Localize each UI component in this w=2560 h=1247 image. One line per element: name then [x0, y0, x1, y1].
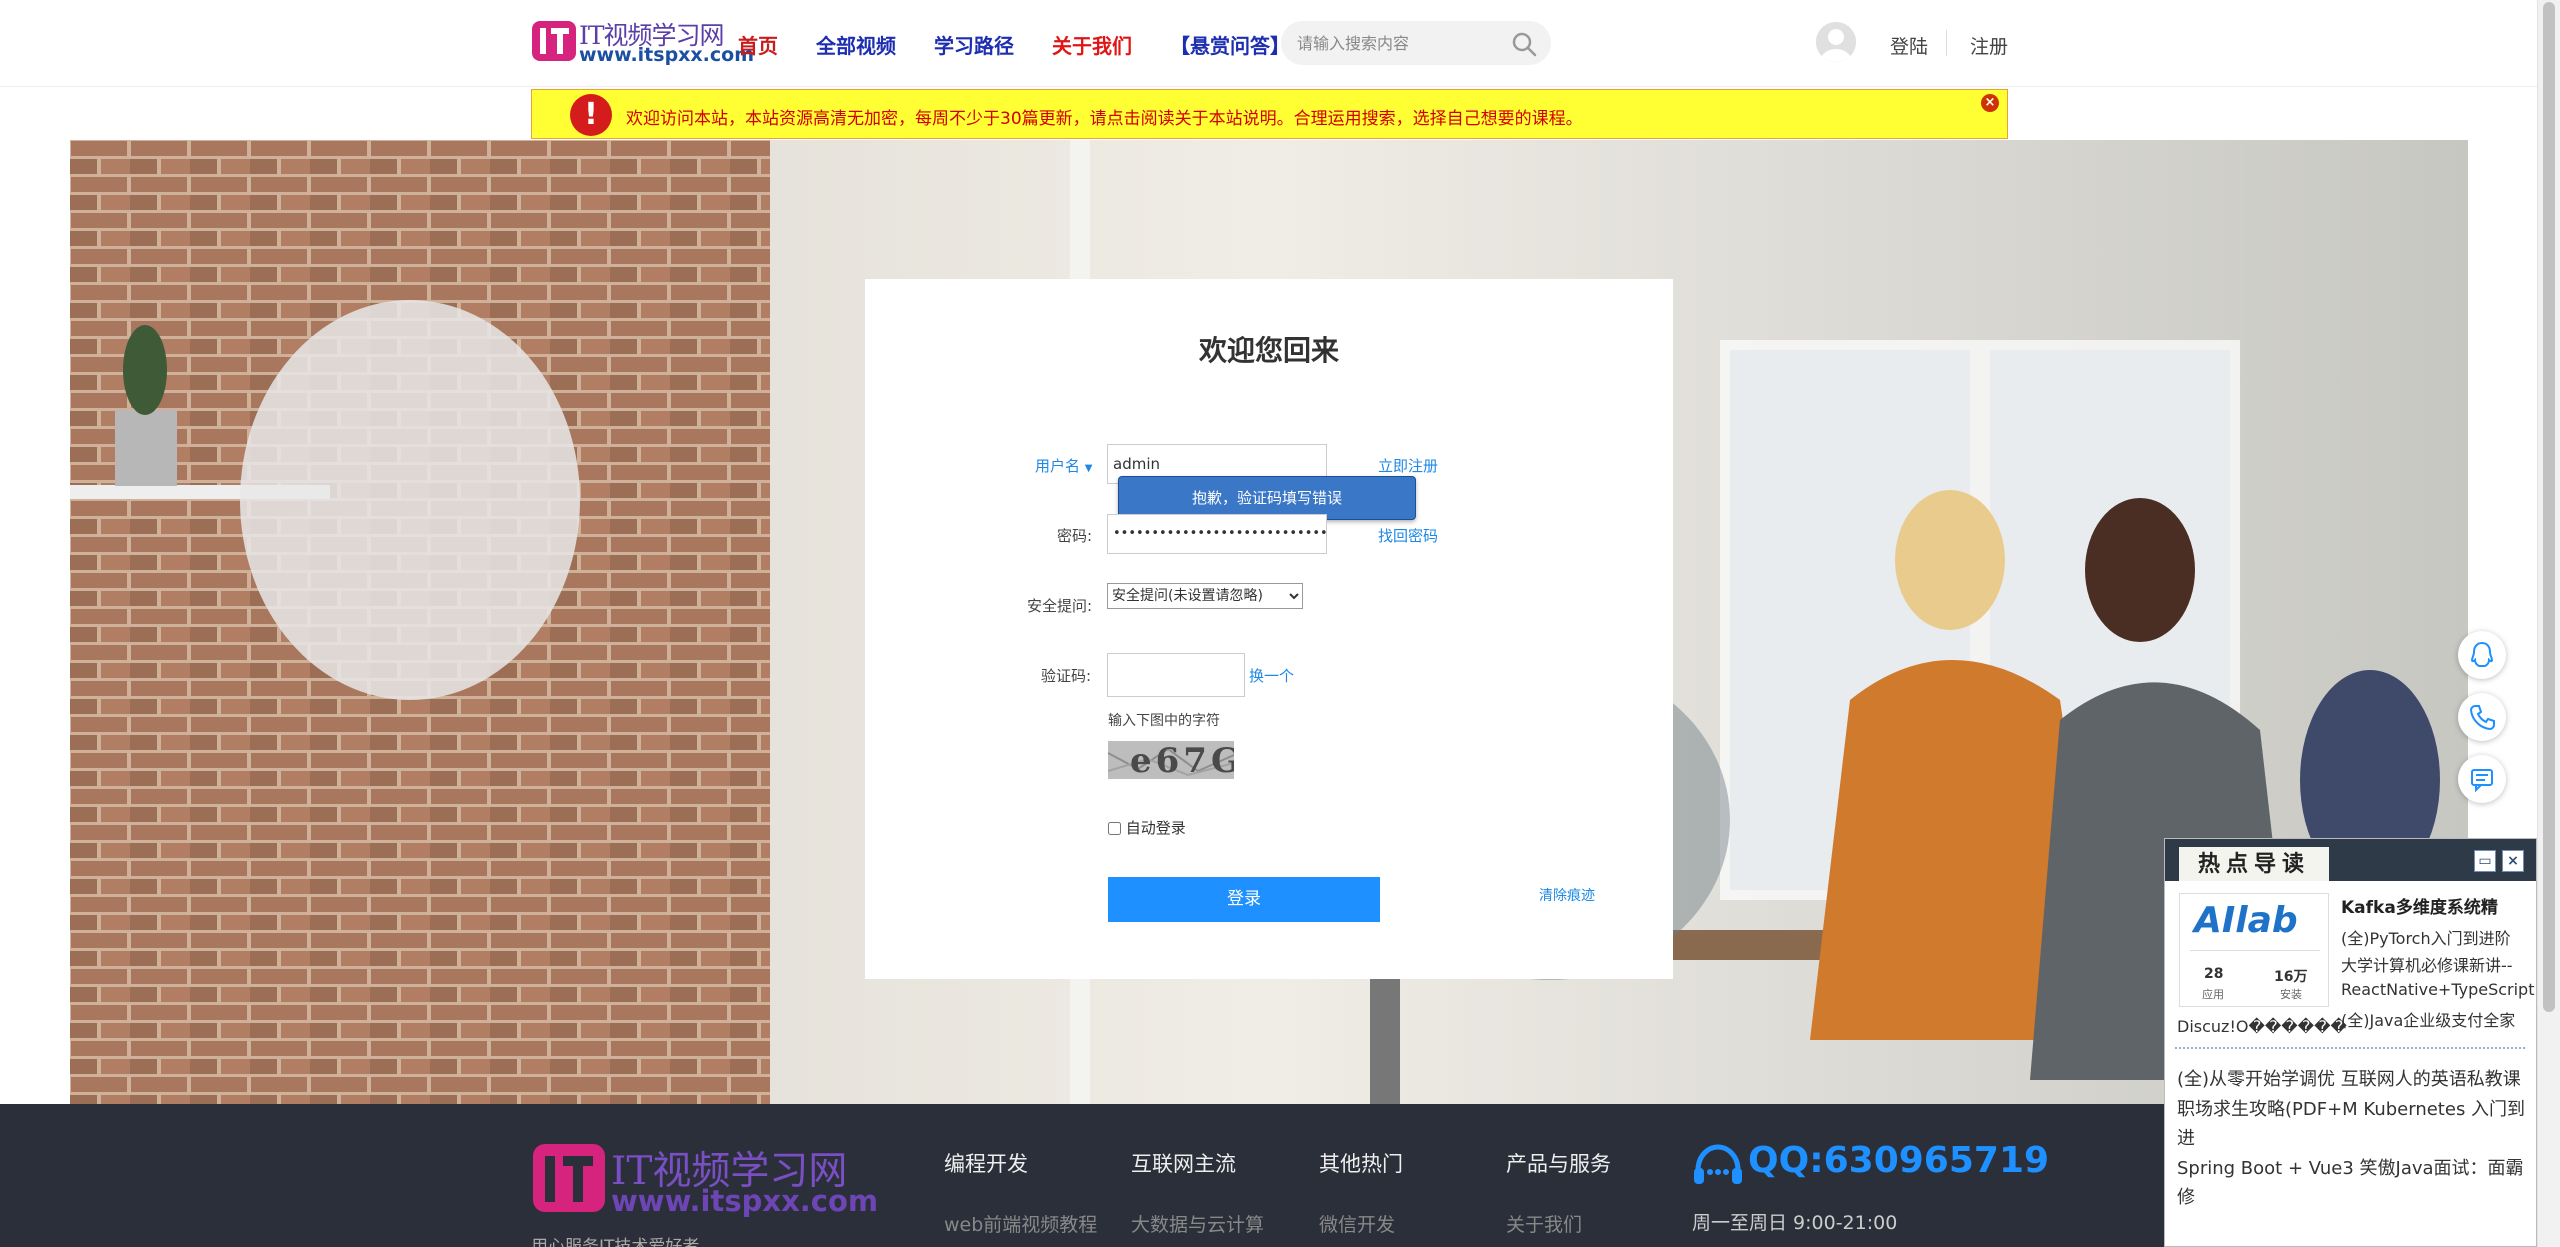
captcha-field[interactable]	[1107, 653, 1245, 697]
popup-line[interactable]: 进	[2177, 1124, 2195, 1150]
headset-icon	[1694, 1144, 1742, 1184]
login-button[interactable]: 登录	[1108, 877, 1380, 922]
phone-float-button[interactable]	[2458, 693, 2506, 741]
chevron-down-icon: ▼	[1084, 463, 1093, 474]
ad-divider	[2190, 950, 2320, 951]
ad-stat-installs: 16万	[2274, 969, 2308, 985]
captcha-noise: e67G	[1108, 741, 1234, 779]
register-now-link[interactable]: 立即注册	[1378, 455, 1438, 476]
ad-brand: AIlab	[2194, 900, 2298, 941]
nav-home[interactable]: 首页	[738, 30, 778, 59]
page-scrollbar[interactable]	[2537, 0, 2560, 1247]
footer-slogan: 用心服务IT技术爱好者	[531, 1237, 700, 1247]
auto-login-label: 自动登录	[1125, 819, 1186, 837]
chat-float-button[interactable]	[2458, 755, 2506, 803]
popup-item[interactable]: ReactNative+TypeScript	[2341, 980, 2534, 999]
site-header: IT视频学习网 www.itspxx.com 首页 全部视频 学习路径 关于我们…	[0, 0, 2537, 87]
main-nav: 首页 全部视频 学习路径 关于我们 【悬赏问答】	[738, 30, 1328, 59]
nav-learning-path[interactable]: 学习路径	[934, 30, 1014, 59]
captcha-image[interactable]: e67G	[1108, 741, 1234, 779]
footer-link-about[interactable]: 关于我们	[1506, 1210, 1582, 1237]
register-link[interactable]: 注册	[1970, 32, 2008, 59]
popup-item[interactable]: (全)Java企业级支付全家	[2341, 1007, 2515, 1031]
captcha-refresh-link[interactable]: 换一个	[1249, 665, 1294, 686]
footer-hours: 周一至周日 9:00-21:00	[1692, 1212, 1898, 1234]
user-icon	[1816, 22, 1856, 62]
logo-url: www.itspxx.com	[579, 44, 755, 66]
warning-icon: !	[570, 94, 612, 136]
password-label: 密码:	[1057, 527, 1093, 545]
footer-link-bigdata[interactable]: 大数据与云计算	[1131, 1210, 1264, 1237]
popup-titlebar: 热点导读 ▭ ×	[2165, 839, 2536, 881]
ad-card[interactable]: AIlab 28 应用 16万 安装	[2179, 893, 2329, 1007]
popup-line[interactable]: 修	[2177, 1183, 2195, 1209]
search-input[interactable]	[1297, 29, 1497, 57]
search-icon[interactable]	[1511, 31, 1537, 57]
ad-stat-apps: 28	[2204, 966, 2224, 982]
phone-icon	[2469, 705, 2495, 731]
hot-reading-popup: 热点导读 ▭ × AIlab 28 应用 16万 安装 Kafka多维度系统精 …	[2164, 838, 2537, 1247]
chat-icon	[2471, 769, 2493, 793]
login-heading: 欢迎您回来	[1198, 334, 1339, 367]
close-icon[interactable]: ×	[2502, 850, 2524, 872]
footer-logo-icon	[533, 1144, 605, 1212]
notice-bar: ! 欢迎访问本站，本站资源高清无加密，每周不少于30篇更新，请点击阅读关于本站说…	[531, 89, 2008, 139]
qq-icon	[2470, 641, 2494, 667]
popup-line[interactable]: 职场求生攻略(PDF+M Kubernetes 入门到	[2177, 1095, 2525, 1121]
captcha-text: e67G	[1130, 741, 1234, 779]
clear-traces-link[interactable]: 清除痕迹	[1539, 885, 1595, 905]
security-question-select[interactable]: 安全提问(未设置请忽略)	[1107, 583, 1303, 609]
security-question-label: 安全提问:	[1027, 597, 1093, 615]
footer-qq[interactable]: QQ:630965719	[1748, 1140, 2049, 1181]
minimize-icon[interactable]: ▭	[2474, 850, 2496, 872]
popup-item[interactable]: 大学计算机必修课新讲--	[2341, 952, 2513, 976]
login-link[interactable]: 登陆	[1890, 32, 1928, 59]
ad-stat-apps-label: 应用	[2202, 988, 2224, 1001]
ad-stat-installs-label: 安装	[2280, 988, 2302, 1001]
header-divider	[1946, 30, 1947, 56]
captcha-label: 验证码:	[1041, 667, 1092, 685]
popup-headline[interactable]: Kafka多维度系统精	[2341, 893, 2498, 918]
password-field[interactable]: ••••••••••••••••••••••••••••••••	[1107, 514, 1327, 554]
popup-line[interactable]: (全)从零开始学调优 互联网人的英语私教课	[2177, 1065, 2521, 1091]
nav-bounty-qa[interactable]: 【悬赏问答】	[1170, 30, 1290, 59]
footer-heading-products: 产品与服务	[1506, 1152, 1611, 1176]
footer-heading-internet: 互联网主流	[1131, 1152, 1236, 1176]
popup-item[interactable]: Discuz!O������	[2177, 1017, 2347, 1036]
auto-login-checkbox[interactable]	[1108, 822, 1121, 835]
forgot-password-link[interactable]: 找回密码	[1378, 525, 1438, 546]
popup-tab-title: 热点导读	[2179, 847, 2329, 881]
footer-link-wechat[interactable]: 微信开发	[1319, 1210, 1395, 1237]
username-label: 用户名	[1035, 457, 1081, 475]
footer-logo-url: www.itspxx.com	[611, 1184, 879, 1218]
qq-float-button[interactable]	[2458, 631, 2506, 679]
notice-text[interactable]: 欢迎访问本站，本站资源高清无加密，每周不少于30篇更新，请点击阅读关于本站说明。…	[626, 104, 1583, 129]
footer-heading-hot: 其他热门	[1319, 1152, 1403, 1176]
popup-item[interactable]: (全)PyTorch入门到进阶	[2341, 925, 2511, 949]
site-logo[interactable]: IT视频学习网 www.itspxx.com	[531, 16, 754, 68]
popup-divider	[2175, 1047, 2525, 1049]
close-icon[interactable]: ×	[1981, 94, 1999, 112]
nav-all-videos[interactable]: 全部视频	[816, 30, 896, 59]
login-card: 欢迎您回来 用户名 ▼ 立即注册 抱歉，验证码填写错误 密码: ••••••••…	[865, 279, 1673, 979]
site-footer: IT视频学习网 www.itspxx.com 用心服务IT技术爱好者 编程开发 …	[0, 1104, 2537, 1247]
popup-line[interactable]: Spring Boot + Vue3 笑傲Java面试：面霸	[2177, 1154, 2524, 1180]
auto-login-control[interactable]: 自动登录	[1108, 817, 1186, 838]
footer-link-web-frontend[interactable]: web前端视频教程	[944, 1210, 1097, 1237]
footer-heading-dev: 编程开发	[944, 1152, 1028, 1176]
avatar[interactable]	[1816, 22, 1856, 62]
captcha-hint: 输入下图中的字符	[1108, 713, 1220, 729]
nav-about[interactable]: 关于我们	[1052, 30, 1132, 59]
search-box	[1281, 21, 1551, 65]
username-type-dropdown[interactable]: 用户名 ▼	[1035, 455, 1093, 476]
logo-mark-icon	[532, 21, 576, 61]
scrollbar-thumb[interactable]	[2543, 2, 2555, 1012]
